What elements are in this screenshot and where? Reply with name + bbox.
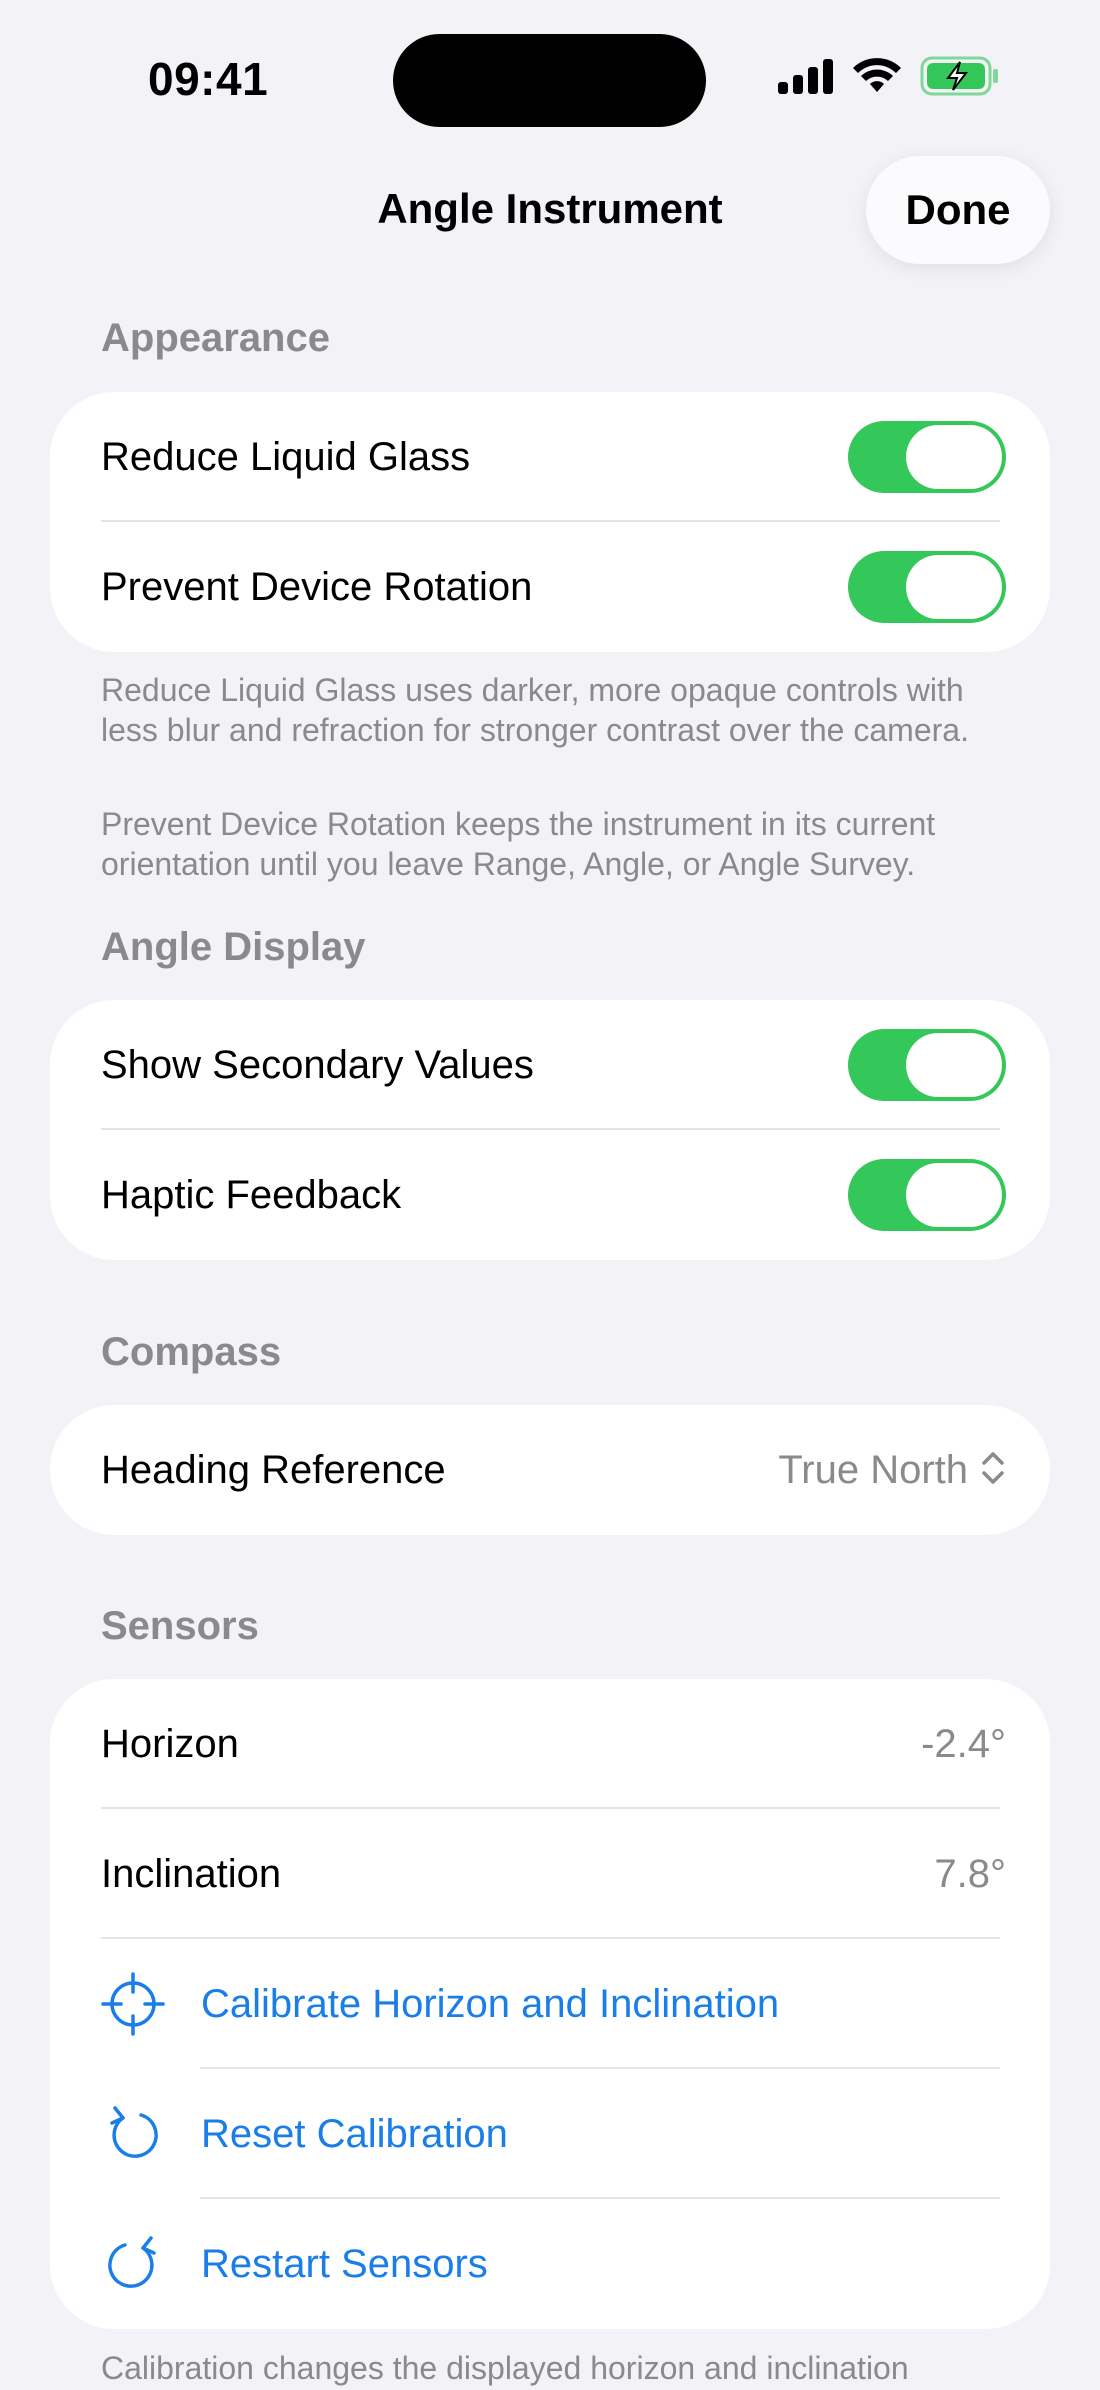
haptic-feedback-row: Haptic Feedback bbox=[50, 1130, 1050, 1260]
section-header-angle-display: Angle Display bbox=[101, 925, 366, 969]
toggle-knob bbox=[906, 425, 1002, 489]
toggle-knob bbox=[906, 1033, 1002, 1097]
row-label: Prevent Device Rotation bbox=[101, 564, 533, 609]
toggle-knob bbox=[906, 1163, 1002, 1227]
heading-reference-row[interactable]: Heading Reference True North bbox=[50, 1405, 1050, 1535]
angle-display-card: Show Secondary Values Haptic Feedback bbox=[50, 1000, 1050, 1260]
picker-value: True North bbox=[778, 1447, 968, 1492]
action-label: Restart Sensors bbox=[201, 2241, 488, 2286]
haptic-feedback-toggle[interactable] bbox=[848, 1159, 1006, 1231]
reduce-liquid-glass-row: Reduce Liquid Glass bbox=[50, 392, 1050, 522]
reduce-liquid-glass-toggle[interactable] bbox=[848, 421, 1006, 493]
cellular-signal-icon bbox=[778, 58, 834, 99]
section-header-compass: Compass bbox=[101, 1330, 282, 1374]
clockwise-arrow-icon bbox=[101, 2232, 165, 2296]
show-secondary-values-row: Show Secondary Values bbox=[50, 1000, 1050, 1130]
toggle-knob bbox=[906, 555, 1002, 619]
action-label: Calibrate Horizon and Inclination bbox=[201, 1981, 780, 2026]
heading-reference-picker[interactable]: True North bbox=[778, 1448, 1006, 1493]
status-icons bbox=[778, 56, 1000, 100]
status-time: 09:41 bbox=[148, 53, 269, 105]
row-label: Horizon bbox=[101, 1721, 239, 1766]
section-header-appearance: Appearance bbox=[101, 316, 330, 360]
row-label: Inclination bbox=[101, 1851, 282, 1896]
horizon-value: -2.4° bbox=[921, 1721, 1006, 1766]
prevent-device-rotation-toggle[interactable] bbox=[848, 551, 1006, 623]
done-button[interactable]: Done bbox=[866, 156, 1050, 264]
sensors-footnote: Calibration changes the displayed horizo… bbox=[101, 2350, 909, 2386]
dynamic-island bbox=[393, 34, 706, 127]
battery-charging-icon bbox=[920, 56, 1000, 101]
appearance-footnote-2: Prevent Device Rotation keeps the instru… bbox=[101, 806, 936, 882]
row-label: Haptic Feedback bbox=[101, 1172, 402, 1217]
calibrate-button[interactable]: Calibrate Horizon and Inclination bbox=[50, 1939, 1050, 2069]
appearance-footnote-1: Reduce Liquid Glass uses darker, more op… bbox=[101, 672, 969, 748]
counterclockwise-arrow-icon bbox=[101, 2102, 165, 2166]
action-label: Reset Calibration bbox=[201, 2111, 508, 2156]
prevent-device-rotation-row: Prevent Device Rotation bbox=[50, 522, 1050, 652]
appearance-card: Reduce Liquid Glass Prevent Device Rotat… bbox=[50, 392, 1050, 652]
row-label: Heading Reference bbox=[101, 1447, 446, 1492]
chevron-up-down-icon bbox=[980, 1448, 1006, 1493]
horizon-row: Horizon -2.4° bbox=[50, 1679, 1050, 1809]
row-label: Show Secondary Values bbox=[101, 1042, 534, 1087]
settings-screen: 09:41 Angle Instrument Done Appearance R… bbox=[0, 0, 1100, 2390]
compass-card: Heading Reference True North bbox=[50, 1405, 1050, 1535]
section-header-sensors: Sensors bbox=[101, 1604, 259, 1648]
restart-sensors-button[interactable]: Restart Sensors bbox=[50, 2199, 1050, 2329]
reset-calibration-button[interactable]: Reset Calibration bbox=[50, 2069, 1050, 2199]
show-secondary-values-toggle[interactable] bbox=[848, 1029, 1006, 1101]
row-label: Reduce Liquid Glass bbox=[101, 434, 471, 479]
wifi-icon bbox=[852, 57, 902, 99]
inclination-row: Inclination 7.8° bbox=[50, 1809, 1050, 1939]
inclination-value: 7.8° bbox=[934, 1851, 1006, 1896]
crosshair-icon bbox=[101, 1972, 165, 2036]
sensors-card: Horizon -2.4° Inclination 7.8° Calibrate… bbox=[50, 1679, 1050, 2329]
